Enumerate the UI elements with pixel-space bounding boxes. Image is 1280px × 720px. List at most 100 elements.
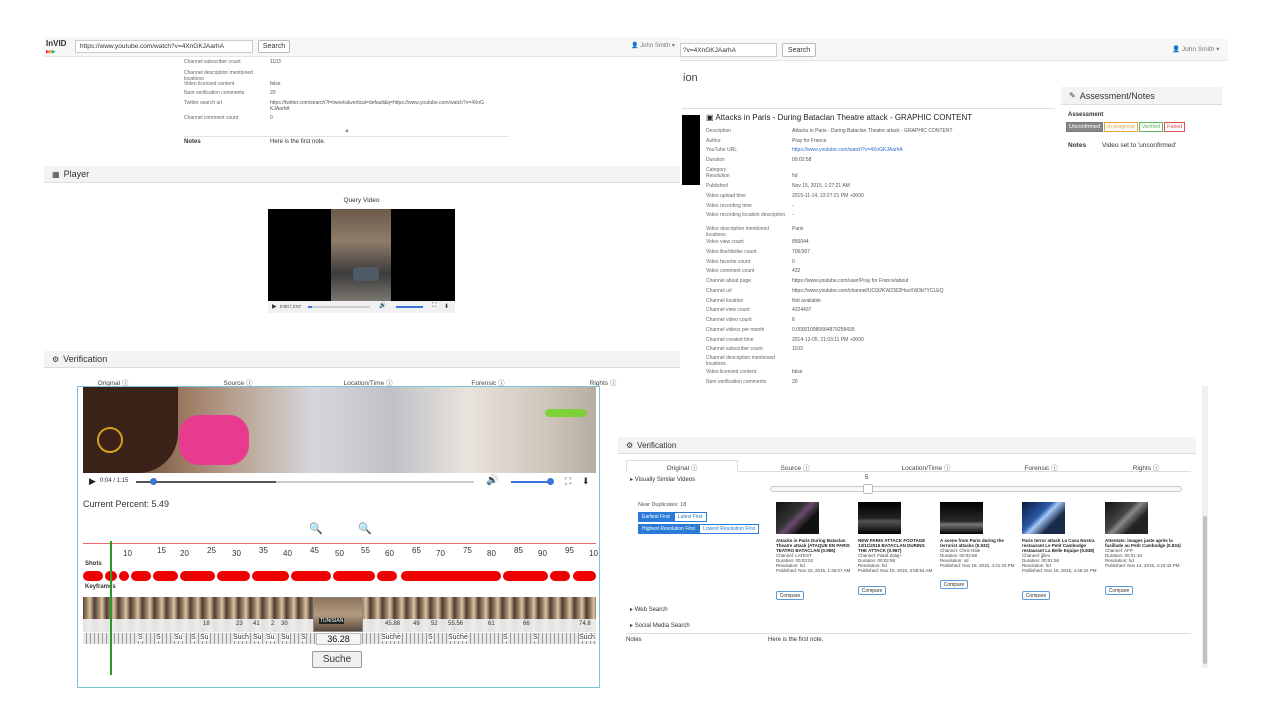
seek-bar[interactable]: [308, 306, 370, 308]
compare-button[interactable]: Compare: [858, 586, 886, 595]
similar-video-thumb[interactable]: [858, 502, 901, 534]
social-search-toggle[interactable]: ▸ Social Media Search: [630, 622, 690, 629]
zoom-player-time: 0:04 / 1:15: [100, 478, 129, 484]
sort-buttons-row1: Earliest First Latest First: [638, 512, 707, 522]
compare-button[interactable]: Compare: [776, 591, 804, 600]
zoom-in-icon[interactable]: 🔍: [309, 522, 323, 535]
download-icon[interactable]: ⬇: [582, 476, 590, 487]
query-video-player[interactable]: [268, 209, 455, 301]
status-unconfirmed[interactable]: Unconfirmed: [1066, 122, 1104, 132]
detail-value: hd: [792, 173, 798, 179]
play-icon[interactable]: ▶: [89, 476, 96, 487]
search-button[interactable]: Search: [258, 40, 290, 53]
tab-location-time[interactable]: Location/Time ⓘ: [876, 462, 976, 472]
card-published: Published: Nov 22, 2015, 1:25:07 AM: [776, 568, 851, 573]
card-published: Published: Nov 14, 2015, 4:10:42 PM: [1105, 563, 1180, 568]
strip-label: Su: [253, 634, 262, 641]
chevron-right-icon: ▸: [630, 623, 634, 629]
meta-value: 1103: [270, 59, 281, 65]
card-title[interactable]: NEW PARIS ATTACK FOOTAGE 13/11/2015 BATA…: [858, 538, 925, 553]
compare-button[interactable]: Compare: [1105, 586, 1133, 595]
volume-icon[interactable]: 🔊: [486, 475, 498, 486]
similar-videos-toggle[interactable]: ▸ Visually Similar Videos: [630, 476, 695, 483]
tab-label: Rights: [1132, 465, 1152, 472]
detail-key: Video upload time: [706, 193, 746, 199]
meta-value-link[interactable]: https://twitter.com/search?f=tweets&vert…: [270, 100, 485, 112]
status-in-progress[interactable]: In progress: [1104, 122, 1138, 132]
detail-key: Video recording time: [706, 203, 752, 209]
verification-right-header: ⚙ Verification: [618, 437, 1196, 454]
detail-key: Description: [706, 128, 732, 134]
right-scrollbar[interactable]: [1202, 386, 1208, 668]
verification-right-panel: ⚙ Verification Original ⓘ Source ⓘ Locat…: [618, 386, 1210, 668]
similar-video-card: NEW PARIS ATTACK FOOTAGE 13/11/2015 BATA…: [858, 502, 933, 602]
frame-number: 23: [236, 621, 243, 627]
query-video-controls: ▶ 0:00 / 2:57 🔊 ⛶ ⬇: [268, 301, 455, 313]
similar-video-thumb[interactable]: [940, 502, 983, 534]
detail-link[interactable]: https://www.youtube.com/channel/UC0t2KW2…: [792, 288, 992, 295]
lowest-resolution-button[interactable]: Lowest Resolution First: [699, 524, 760, 534]
status-faked[interactable]: Faked: [1164, 122, 1186, 132]
fullscreen-icon[interactable]: ⛶: [432, 303, 436, 310]
download-icon[interactable]: ⬇: [444, 303, 449, 310]
ruler-label: 25: [207, 546, 216, 555]
earliest-first-button[interactable]: Earliest First: [638, 512, 674, 522]
zoom-seek-bar[interactable]: [136, 478, 474, 485]
help-icon: ⓘ: [943, 465, 951, 472]
similar-video-card: Paris terror attack La Casa Nostra resta…: [1022, 502, 1100, 602]
player-panel-header: ▦ Player: [44, 166, 680, 183]
frame-number: 66: [523, 621, 530, 627]
collapse-arrow-icon[interactable]: ▲: [344, 128, 350, 134]
play-icon[interactable]: ▶: [272, 303, 277, 310]
web-search-toggle[interactable]: ▸ Web Search: [630, 606, 668, 613]
ruler-label: 60: [385, 549, 394, 558]
query-video-caption: Query Video: [343, 197, 380, 204]
detail-key: Video recording location description: [706, 212, 786, 218]
zoom-video-frame[interactable]: [83, 387, 596, 473]
url-input[interactable]: https://www.youtube.com/watch?v=4XnGKJAa…: [75, 40, 253, 53]
tab-original[interactable]: Original ⓘ: [626, 462, 738, 472]
strip-label: Su: [266, 634, 275, 641]
invid-logo[interactable]: InVID ▶▶▶: [46, 39, 72, 55]
detail-value: 00:02:58: [792, 157, 812, 163]
detail-key: Video like/dislike count: [706, 249, 757, 255]
assessment-label: Assessment: [1068, 112, 1104, 118]
meta-key: Channel comment count: [184, 115, 239, 121]
detail-link[interactable]: https://www.youtube.com/watch?v=4XnGKJAa…: [792, 147, 992, 154]
similarity-slider[interactable]: [770, 484, 1182, 494]
strip-label: Su: [200, 634, 209, 641]
tab-rights[interactable]: Rights ⓘ: [1106, 462, 1186, 472]
featured-keyframe[interactable]: TUNISIAN: [313, 597, 363, 632]
card-title[interactable]: A scene from Paris during the terrorist …: [940, 538, 1004, 548]
notes-value: Here is the first note.: [270, 139, 326, 145]
similar-video-thumb[interactable]: [776, 502, 819, 534]
latest-first-button[interactable]: Latest First: [673, 512, 707, 522]
status-verified[interactable]: Verified: [1138, 122, 1164, 132]
suche-button[interactable]: Suche: [312, 651, 362, 668]
playhead-line[interactable]: [110, 541, 112, 675]
tab-forensic[interactable]: Forensic ⓘ: [996, 462, 1086, 472]
highest-resolution-button[interactable]: Highest Resolution First: [638, 524, 700, 534]
card-title[interactable]: Attacks in Paris During Bataclan Theatre…: [776, 538, 850, 553]
compare-button[interactable]: Compare: [940, 580, 968, 589]
compare-button[interactable]: Compare: [1022, 591, 1050, 600]
zoom-out-icon[interactable]: 🔍: [358, 522, 372, 535]
tab-source[interactable]: Source ⓘ: [750, 462, 840, 472]
fullscreen-icon[interactable]: ⛶: [565, 476, 571, 487]
user-menu[interactable]: 👤 John Smith ▾: [631, 42, 675, 49]
zoom-volume-slider[interactable]: [511, 478, 554, 485]
seek-handle[interactable]: [150, 478, 157, 485]
detail-key: Channel view count: [706, 307, 750, 313]
volume-icon[interactable]: 🔊: [379, 302, 386, 309]
card-title[interactable]: Attentats: images juste après la fusilla…: [1105, 538, 1181, 548]
right-search-button[interactable]: Search: [782, 43, 816, 57]
similar-video-thumb[interactable]: [1022, 502, 1065, 534]
strip-label: Su: [174, 634, 183, 641]
similar-video-thumb[interactable]: [1105, 502, 1148, 534]
volume-slider[interactable]: [396, 306, 423, 308]
card-title[interactable]: Paris terror attack La Casa Nostra resta…: [1022, 538, 1095, 553]
right-url-input[interactable]: ?v=4XnGKJAarhA: [680, 43, 777, 57]
right-user-menu[interactable]: 👤 John Smith ▾: [1172, 45, 1220, 53]
detail-link[interactable]: https://www.youtube.com/user/Pray for Fr…: [792, 278, 992, 285]
slider-handle[interactable]: [863, 484, 873, 494]
